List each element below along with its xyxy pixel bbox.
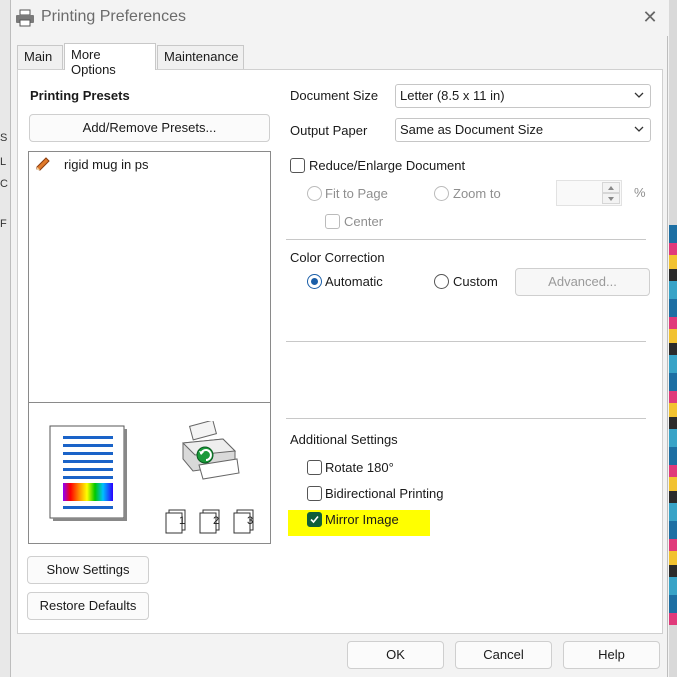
document-size-select[interactable]: Letter (8.5 x 11 in) xyxy=(395,84,651,108)
printing-preferences-dialog: Printing Preferences ✕ Main More Options… xyxy=(10,0,669,677)
checkmark-icon xyxy=(310,515,319,524)
chevron-down-icon xyxy=(608,197,614,201)
tab-maintenance[interactable]: Maintenance xyxy=(157,45,244,69)
copy-number: 2 xyxy=(213,515,220,527)
list-item[interactable]: rigid mug in ps xyxy=(31,155,267,175)
output-paper-value: Same as Document Size xyxy=(400,122,544,137)
stepper-up-button[interactable] xyxy=(602,182,620,193)
copy-number: 3 xyxy=(247,515,254,527)
help-button[interactable]: Help xyxy=(563,641,660,669)
zoom-to-label: Zoom to xyxy=(453,186,501,201)
presets-list[interactable]: rigid mug in ps xyxy=(28,151,271,404)
custom-label: Custom xyxy=(453,274,498,289)
center-label: Center xyxy=(344,214,384,229)
cancel-button[interactable]: Cancel xyxy=(455,641,552,669)
center-checkbox[interactable] xyxy=(325,214,340,229)
page-preview-icon xyxy=(49,425,127,521)
zoom-to-radio[interactable] xyxy=(434,186,449,201)
rotate-180-checkbox[interactable] xyxy=(307,460,322,475)
document-size-label: Document Size xyxy=(290,88,379,103)
preview-area: 1 2 3 xyxy=(28,402,271,544)
chevron-down-icon xyxy=(634,92,644,98)
window-title: Printing Preferences xyxy=(41,8,186,25)
add-remove-presets-button[interactable]: Add/Remove Presets... xyxy=(29,114,270,142)
divider xyxy=(286,418,646,419)
output-paper-label: Output Paper xyxy=(290,123,368,138)
chevron-down-icon xyxy=(634,126,644,132)
printer-icon xyxy=(16,9,34,27)
reduce-enlarge-checkbox[interactable] xyxy=(290,158,305,173)
show-settings-button[interactable]: Show Settings xyxy=(27,556,149,584)
restore-defaults-button[interactable]: Restore Defaults xyxy=(27,592,149,620)
document-size-value: Letter (8.5 x 11 in) xyxy=(400,88,505,103)
fit-to-page-label: Fit to Page xyxy=(325,186,388,201)
background-artwork xyxy=(669,225,677,625)
background-window-left xyxy=(0,0,10,677)
background-text-fragment: S xyxy=(0,132,8,144)
fit-to-page-radio[interactable] xyxy=(307,186,322,201)
ok-button[interactable]: OK xyxy=(347,641,444,669)
preset-label: rigid mug in ps xyxy=(64,157,149,172)
output-paper-select[interactable]: Same as Document Size xyxy=(395,118,651,142)
background-text-fragment: F xyxy=(0,218,7,230)
mirror-image-checkbox[interactable] xyxy=(307,512,322,527)
close-icon[interactable]: ✕ xyxy=(639,6,661,28)
tab-more-options[interactable]: More Options xyxy=(64,43,156,77)
zoom-value-stepper[interactable] xyxy=(556,180,622,206)
automatic-radio[interactable] xyxy=(307,274,322,289)
additional-settings-heading: Additional Settings xyxy=(290,432,398,447)
automatic-label: Automatic xyxy=(325,274,383,289)
copy-number: 1 xyxy=(179,515,186,527)
advanced-button[interactable]: Advanced... xyxy=(515,268,650,296)
printer-preview-icon xyxy=(181,421,240,480)
zoom-percent-label: % xyxy=(634,185,646,200)
title-bar: Printing Preferences ✕ xyxy=(11,0,669,36)
stepper-down-button[interactable] xyxy=(602,193,620,204)
rotate-180-label: Rotate 180° xyxy=(325,460,394,475)
background-text-fragment: C xyxy=(0,178,8,190)
tab-main[interactable]: Main xyxy=(17,45,63,69)
mirror-image-label: Mirror Image xyxy=(325,512,399,527)
color-correction-heading: Color Correction xyxy=(290,250,385,265)
divider xyxy=(286,239,646,240)
reduce-enlarge-label: Reduce/Enlarge Document xyxy=(309,158,466,173)
preset-pencil-icon xyxy=(36,157,50,171)
custom-radio[interactable] xyxy=(434,274,449,289)
bidirectional-printing-checkbox[interactable] xyxy=(307,486,322,501)
chevron-up-icon xyxy=(608,186,614,190)
presets-heading: Printing Presets xyxy=(30,88,130,103)
background-text-fragment: L xyxy=(0,156,7,168)
bidirectional-printing-label: Bidirectional Printing xyxy=(325,486,444,501)
divider xyxy=(286,341,646,342)
